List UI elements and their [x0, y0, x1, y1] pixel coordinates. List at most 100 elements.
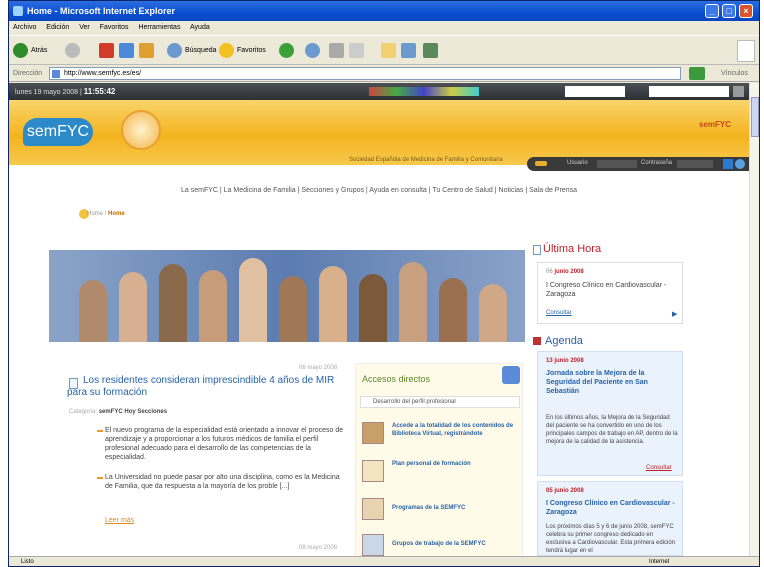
history-icon[interactable] [305, 43, 320, 58]
news-date: 06 mayo 2008 [299, 365, 338, 371]
scroll-thumb[interactable] [751, 97, 759, 137]
accesos-panel: Accesos directos Desarrollo del perfil p… [355, 363, 523, 556]
news-paragraph: La Universidad no puede pasar por alto u… [105, 474, 340, 490]
status-text: Listo [21, 559, 34, 565]
read-more-link[interactable]: Leer más [105, 517, 134, 524]
accesos-subtitle[interactable]: Desarrollo del perfil profesional [360, 396, 520, 408]
arrow-right-icon[interactable]: ▶ [672, 310, 677, 318]
agenda-event-title[interactable]: I Congreso Clínico en Cardiovascular - Z… [546, 499, 678, 517]
menu-edicion[interactable]: Edición [46, 24, 69, 31]
brand-mark: semFYC [699, 120, 732, 129]
back-label[interactable]: Atrás [31, 47, 47, 54]
hero-person [479, 284, 507, 342]
menu-ayuda[interactable]: Ayuda [190, 24, 210, 31]
agenda-event-text: En los últimos años, la Mejora de la Seg… [546, 415, 678, 445]
search-label[interactable]: Búsqueda [185, 47, 217, 54]
date-bar: lunes 19 mayo 2008 | 11:55:42 [9, 83, 749, 100]
password-input[interactable] [677, 160, 713, 168]
accesos-item-label[interactable]: Grupos de trabajo de la SEMFYC [392, 540, 518, 548]
window-title: Home - Microsoft Internet Explorer [27, 6, 176, 16]
bullet-icon [97, 477, 103, 479]
go-button[interactable] [689, 67, 705, 80]
category-value[interactable]: semFYC Hoy Secciones [99, 409, 167, 415]
accesos-item-label[interactable]: Programas de la SEMFYC [392, 504, 518, 512]
accesos-item[interactable]: Programas de la SEMFYC [360, 496, 520, 526]
accesos-item-label[interactable]: Accede a la totalidad de los contenidos … [392, 422, 518, 438]
main-nav[interactable]: La semFYC | La Medicina de Familia | Sec… [9, 187, 749, 194]
print-icon[interactable] [349, 43, 364, 58]
vertical-scrollbar[interactable] [749, 83, 759, 556]
consultar-link[interactable]: Consultar [546, 310, 572, 316]
partner-icons[interactable] [369, 87, 479, 96]
agenda-event-text: Los próximos días 5 y 6 de junio 2008, s… [546, 524, 676, 554]
stop-icon[interactable] [99, 43, 114, 58]
folder-icon[interactable] [381, 43, 396, 58]
menu-favoritos[interactable]: Favoritos [100, 24, 129, 31]
ultima-day: 06 [546, 269, 553, 275]
agenda-event-title[interactable]: Jornada sobre la Mejora de la Seguridad … [546, 369, 678, 396]
ie-icon [13, 6, 23, 16]
maximize-button[interactable]: □ [722, 4, 736, 18]
news-title[interactable]: Los residentes consideran imprescindible… [67, 375, 347, 399]
accesos-item[interactable]: Plan personal de formación [360, 458, 520, 488]
site-tagline: Sociedad Española de Medicina de Familia… [349, 157, 503, 163]
hero-image [49, 250, 525, 342]
address-bar: Dirección http://www.semfyc.es/es/ Víncu… [9, 65, 759, 82]
favorites-label[interactable]: Favoritos [237, 47, 266, 54]
title-bar: Home - Microsoft Internet Explorer _ □ × [9, 1, 759, 21]
search-icon[interactable] [167, 43, 182, 58]
menu-ver[interactable]: Ver [79, 24, 90, 31]
mail-icon[interactable] [329, 43, 344, 58]
url-input[interactable]: http://www.semfyc.es/es/ [49, 67, 681, 80]
group-icon [362, 534, 384, 556]
menu-bar: Archivo Edición Ver Favoritos Herramient… [9, 21, 759, 35]
breadcrumb-current: Home [108, 211, 125, 217]
menu-herramientas[interactable]: Herramientas [138, 24, 180, 31]
accesos-item[interactable]: Grupos de trabajo de la SEMFYC [360, 532, 520, 556]
accesos-item-label[interactable]: Plan personal de formación [392, 460, 518, 468]
minimize-button[interactable]: _ [705, 4, 719, 18]
user-input[interactable] [597, 160, 637, 168]
refresh-icon[interactable] [119, 43, 134, 58]
agenda-date: 05 junio 2008 [546, 488, 584, 494]
site-search-input[interactable] [649, 86, 729, 97]
links-label[interactable]: Vínculos [721, 70, 748, 77]
info-icon[interactable] [735, 159, 745, 169]
program-icon [362, 498, 384, 520]
close-button[interactable]: × [739, 4, 753, 18]
hero-person [239, 258, 267, 342]
accesos-item[interactable]: Accede a la totalidad de los contenidos … [360, 420, 520, 450]
media-icon[interactable] [279, 43, 294, 58]
tools-icon[interactable] [423, 43, 438, 58]
bullet-icon [97, 430, 103, 432]
breadcrumb-base[interactable]: Home / [87, 211, 106, 217]
hero-person [119, 272, 147, 342]
site-search-button[interactable] [733, 86, 744, 97]
menu-archivo[interactable]: Archivo [13, 24, 36, 31]
books-icon [362, 422, 384, 444]
site-search-select[interactable] [565, 86, 625, 97]
zone-label: Internet [649, 559, 670, 565]
hero-person [279, 276, 307, 342]
agenda-item: 13 junio 2008 Jornada sobre la Mejora de… [537, 351, 683, 476]
home-icon[interactable] [139, 43, 154, 58]
hero-person [399, 262, 427, 342]
breadcrumb: Home / Home [87, 211, 125, 217]
category-label: Categoría: [69, 409, 98, 415]
agenda-date: 13 junio 2008 [546, 358, 584, 364]
ultima-month: junio 2008 [554, 269, 584, 275]
forward-icon[interactable] [65, 43, 80, 58]
hero-person [319, 266, 347, 342]
ultima-text[interactable]: I Congreso Clínico en Cardiovascular - Z… [546, 281, 676, 299]
site-logo[interactable]: semFYC [23, 118, 93, 146]
url-text: http://www.semfyc.es/es/ [64, 70, 142, 77]
document-icon [533, 245, 541, 255]
messenger-icon[interactable] [401, 43, 416, 58]
address-label: Dirección [13, 70, 43, 77]
favorites-icon[interactable] [219, 43, 234, 58]
back-icon[interactable] [13, 43, 28, 58]
login-button[interactable] [723, 159, 733, 169]
hero-person [439, 278, 467, 342]
hero-person [159, 264, 187, 342]
consultar-link[interactable]: Consultar [646, 465, 672, 471]
